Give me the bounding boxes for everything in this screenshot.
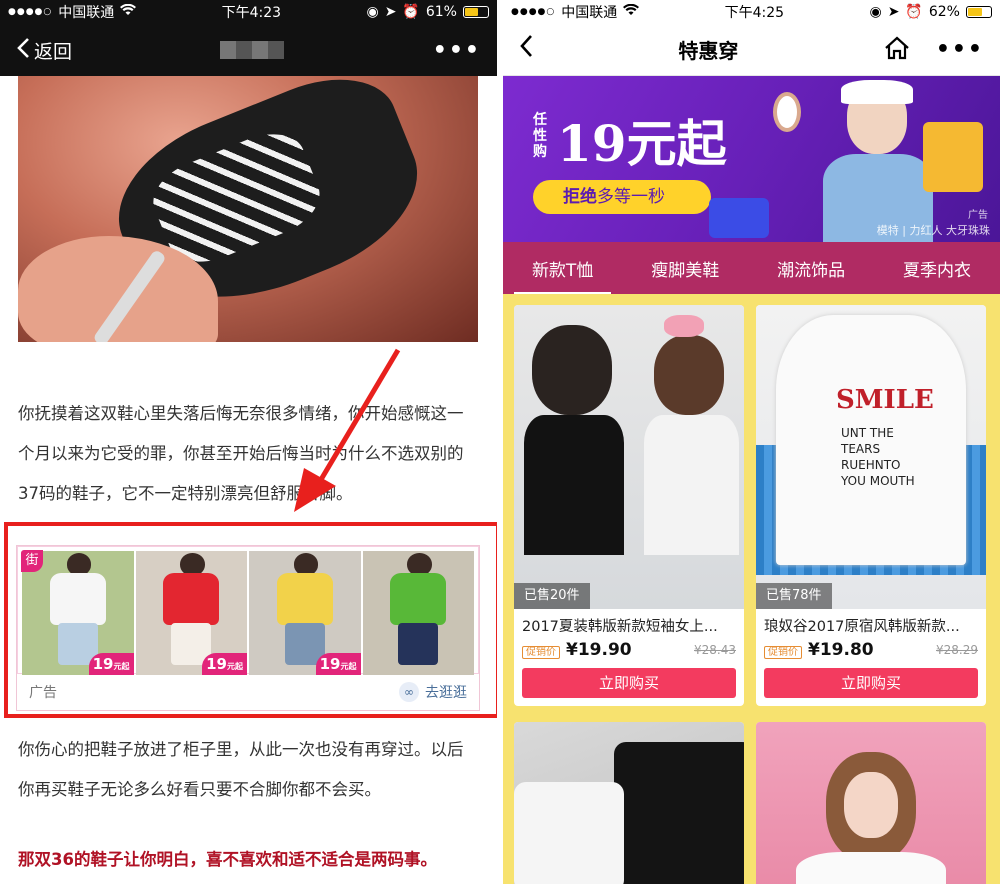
product-title[interactable]: 2017夏装韩版新款短袖女上...	[514, 609, 744, 636]
promo-banner[interactable]: 任性购 19元起 拒绝多等一秒 广告 模特 | 力红人 大牙珠珠	[503, 76, 1000, 242]
banner-ad-tag: 广告	[968, 210, 988, 221]
home-button[interactable]	[884, 36, 910, 64]
right-screenshot: ●●●●○ 中国联通 下午4:25 ◉ ➤ ⏰ 62% 特惠穿 ••• 任性购 …	[503, 0, 1000, 884]
wifi-icon	[623, 3, 640, 20]
product-image[interactable]	[514, 722, 744, 884]
battery-percent: 61%	[425, 4, 457, 20]
status-bar: ●●●●○ 中国联通 下午4:23 ◉ ➤ ⏰ 61%	[0, 0, 497, 24]
nav-bar: 特惠穿 •••	[503, 24, 1000, 76]
location-icon: ➤	[887, 4, 900, 20]
article-paragraph: 你抚摸着这双鞋心里失落后悔无奈很多情绪，你开始感慨这一个月以来为它受的罪，你甚至…	[18, 404, 464, 503]
banner-headline: 19元起	[557, 114, 727, 173]
clock-label: 下午4:25	[724, 5, 785, 21]
alarm-icon: ⏰	[905, 4, 923, 20]
street-badge: 街	[21, 550, 43, 572]
product-price: ¥19.90	[566, 640, 632, 660]
home-icon	[885, 36, 909, 59]
tab-underwear[interactable]: 夏季内衣	[899, 256, 975, 281]
rotation-lock-icon: ◉	[869, 4, 882, 20]
product-image[interactable]: 已售20件	[514, 305, 744, 609]
tab-shoes[interactable]: 瘦脚美鞋	[647, 256, 723, 281]
sold-count: 已售78件	[756, 583, 832, 609]
battery-percent: 62%	[928, 4, 960, 20]
highlight-box	[4, 522, 497, 718]
location-icon: ➤	[384, 4, 397, 20]
shorts-image	[923, 122, 983, 192]
nav-bar: 返回 •••	[0, 24, 497, 76]
carrier-label: 中国联通	[58, 5, 115, 21]
original-price: ¥28.43	[694, 643, 736, 657]
article-highlight-sentence: 那双36的鞋子让你明白，喜不喜欢和适不适合是两码事。	[18, 850, 437, 869]
banner-pill: 拒绝多等一秒	[533, 180, 711, 214]
article-paragraph: 你伤心的把鞋子放进了柜子里，从此一次也没有再穿过。以后你再买鞋子无论多么好看只要…	[18, 740, 464, 799]
more-menu-button[interactable]: •••	[936, 37, 984, 62]
buy-now-button[interactable]: 立即购买	[522, 668, 736, 698]
page-title: 特惠穿	[678, 39, 739, 63]
signal-icon: ●●●●○	[8, 7, 53, 17]
buy-now-button[interactable]: 立即购买	[764, 668, 978, 698]
watch-image	[773, 92, 801, 132]
alarm-icon: ⏰	[402, 4, 420, 20]
product-image[interactable]: SMILE UNT THE TEARS RUEHNTO YOU MOUTH 已售78件	[756, 305, 986, 609]
tab-tshirt[interactable]: 新款T恤	[513, 256, 612, 295]
battery-icon	[965, 6, 992, 18]
product-grid: 已售20件 2017夏装韩版新款短袖女上... 促销价 ¥19.90 ¥28.43…	[503, 294, 1000, 884]
signal-icon: ●●●●○	[511, 7, 556, 17]
back-label: 返回	[34, 40, 73, 63]
back-button[interactable]	[519, 34, 533, 65]
promo-badge: 促销价	[764, 646, 802, 659]
product-card[interactable]	[756, 722, 986, 884]
left-screenshot: ●●●●○ 中国联通 下午4:23 ◉ ➤ ⏰ 61% 返回 ••• 你抚摸着这…	[0, 0, 497, 884]
carrier-label: 中国联通	[561, 5, 618, 21]
category-tabs: 新款T恤 瘦脚美鞋 潮流饰品 夏季内衣	[503, 242, 1000, 295]
product-image[interactable]	[756, 722, 986, 884]
back-button[interactable]: 返回	[16, 37, 72, 64]
banner-credit: 模特 | 力红人 大牙珠珠	[876, 224, 990, 237]
battery-icon	[462, 6, 489, 18]
product-card[interactable]	[514, 722, 744, 884]
article-photo	[18, 76, 478, 342]
status-bar: ●●●●○ 中国联通 下午4:25 ◉ ➤ ⏰ 62%	[503, 0, 1000, 24]
bag-image	[709, 198, 769, 238]
chevron-left-icon	[520, 35, 532, 57]
chevron-left-icon	[16, 37, 30, 64]
original-price: ¥28.29	[936, 643, 978, 657]
banner-vertical-label: 任性购	[533, 112, 547, 160]
product-price: ¥19.80	[808, 640, 874, 660]
more-menu-button[interactable]: •••	[433, 38, 481, 63]
blurred-title	[220, 41, 285, 59]
promo-badge: 促销价	[522, 646, 560, 659]
wifi-icon	[120, 3, 137, 20]
model-image	[823, 80, 933, 242]
rotation-lock-icon: ◉	[366, 4, 379, 20]
product-title[interactable]: 琅奴谷2017原宿风韩版新款...	[756, 609, 986, 636]
tab-accessories[interactable]: 潮流饰品	[773, 256, 849, 281]
product-card[interactable]: SMILE UNT THE TEARS RUEHNTO YOU MOUTH 已售78件…	[756, 305, 986, 706]
clock-label: 下午4:23	[221, 5, 282, 21]
sold-count: 已售20件	[514, 583, 590, 609]
product-card[interactable]: 已售20件 2017夏装韩版新款短袖女上... 促销价 ¥19.90 ¥28.43…	[514, 305, 744, 706]
